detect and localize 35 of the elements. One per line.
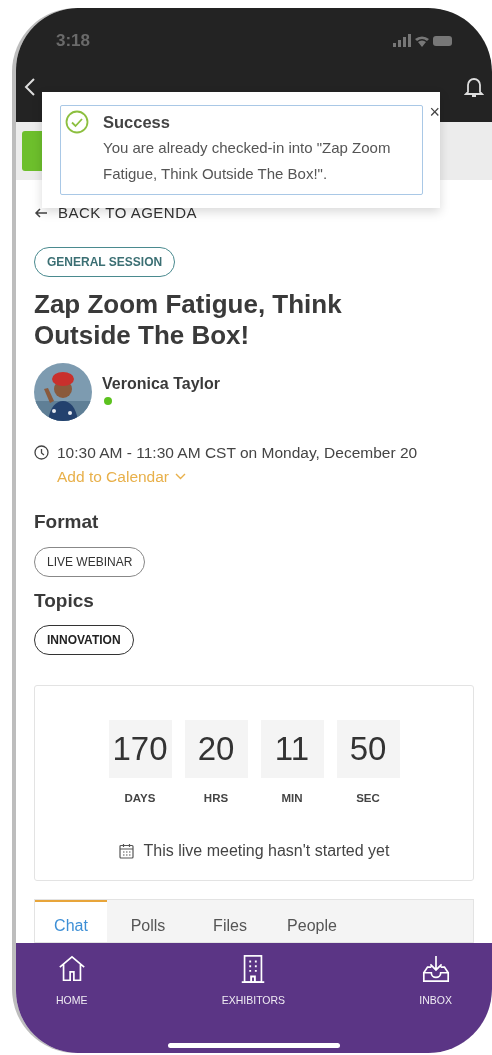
clock-icon xyxy=(34,444,49,460)
toast-title: Success xyxy=(103,112,171,133)
countdown-value: 50 xyxy=(336,720,400,778)
tab[interactable]: People xyxy=(271,900,353,942)
nav-item[interactable]: HOME xyxy=(56,953,88,1009)
notification-bell-icon[interactable] xyxy=(464,75,484,98)
battery-icon xyxy=(433,35,452,46)
countdown-value: 20 xyxy=(184,720,248,778)
countdown-unit-label: HRS xyxy=(203,791,229,806)
signal-icon xyxy=(393,34,411,48)
session-time: 10:30 AM - 11:30 AM CST on Monday, December 20 xyxy=(57,442,418,463)
section-heading: Topics xyxy=(34,588,95,613)
nav-item[interactable]: EXHIBITORS xyxy=(221,953,286,1009)
countdown-unit-label: DAYS xyxy=(124,791,156,806)
countdown-unit-label: SEC xyxy=(356,791,380,806)
wifi-icon xyxy=(415,34,429,48)
countdown-message: This live meeting hasn't started yet xyxy=(143,841,390,862)
countdown-value: 11 xyxy=(260,720,324,778)
close-button[interactable]: × xyxy=(429,103,440,121)
tab[interactable]: Polls xyxy=(107,900,189,942)
inbox-tray-icon xyxy=(420,953,451,985)
tab[interactable]: Files xyxy=(189,900,271,942)
countdown-unit-label: MIN xyxy=(281,791,303,806)
section-heading: Format xyxy=(34,510,100,534)
calendar-icon xyxy=(118,843,134,860)
status-time: 3:18 xyxy=(56,30,91,52)
nav-item[interactable]: INBOX xyxy=(419,953,452,1009)
toast-message: You are already checked-in into "Zap Zoom Fatigue, Think Outside The Box!". xyxy=(103,137,392,184)
session-title: Zap Zoom Fatigue, Think Outside The Box! xyxy=(34,288,343,351)
speaker-name[interactable]: Veronica Taylor xyxy=(102,372,220,396)
back-arrow-icon[interactable] xyxy=(34,208,48,219)
check-circle-icon xyxy=(65,110,89,134)
back-icon[interactable] xyxy=(24,76,36,97)
chevron-down-icon xyxy=(175,472,187,480)
countdown-value: 170 xyxy=(108,720,172,778)
